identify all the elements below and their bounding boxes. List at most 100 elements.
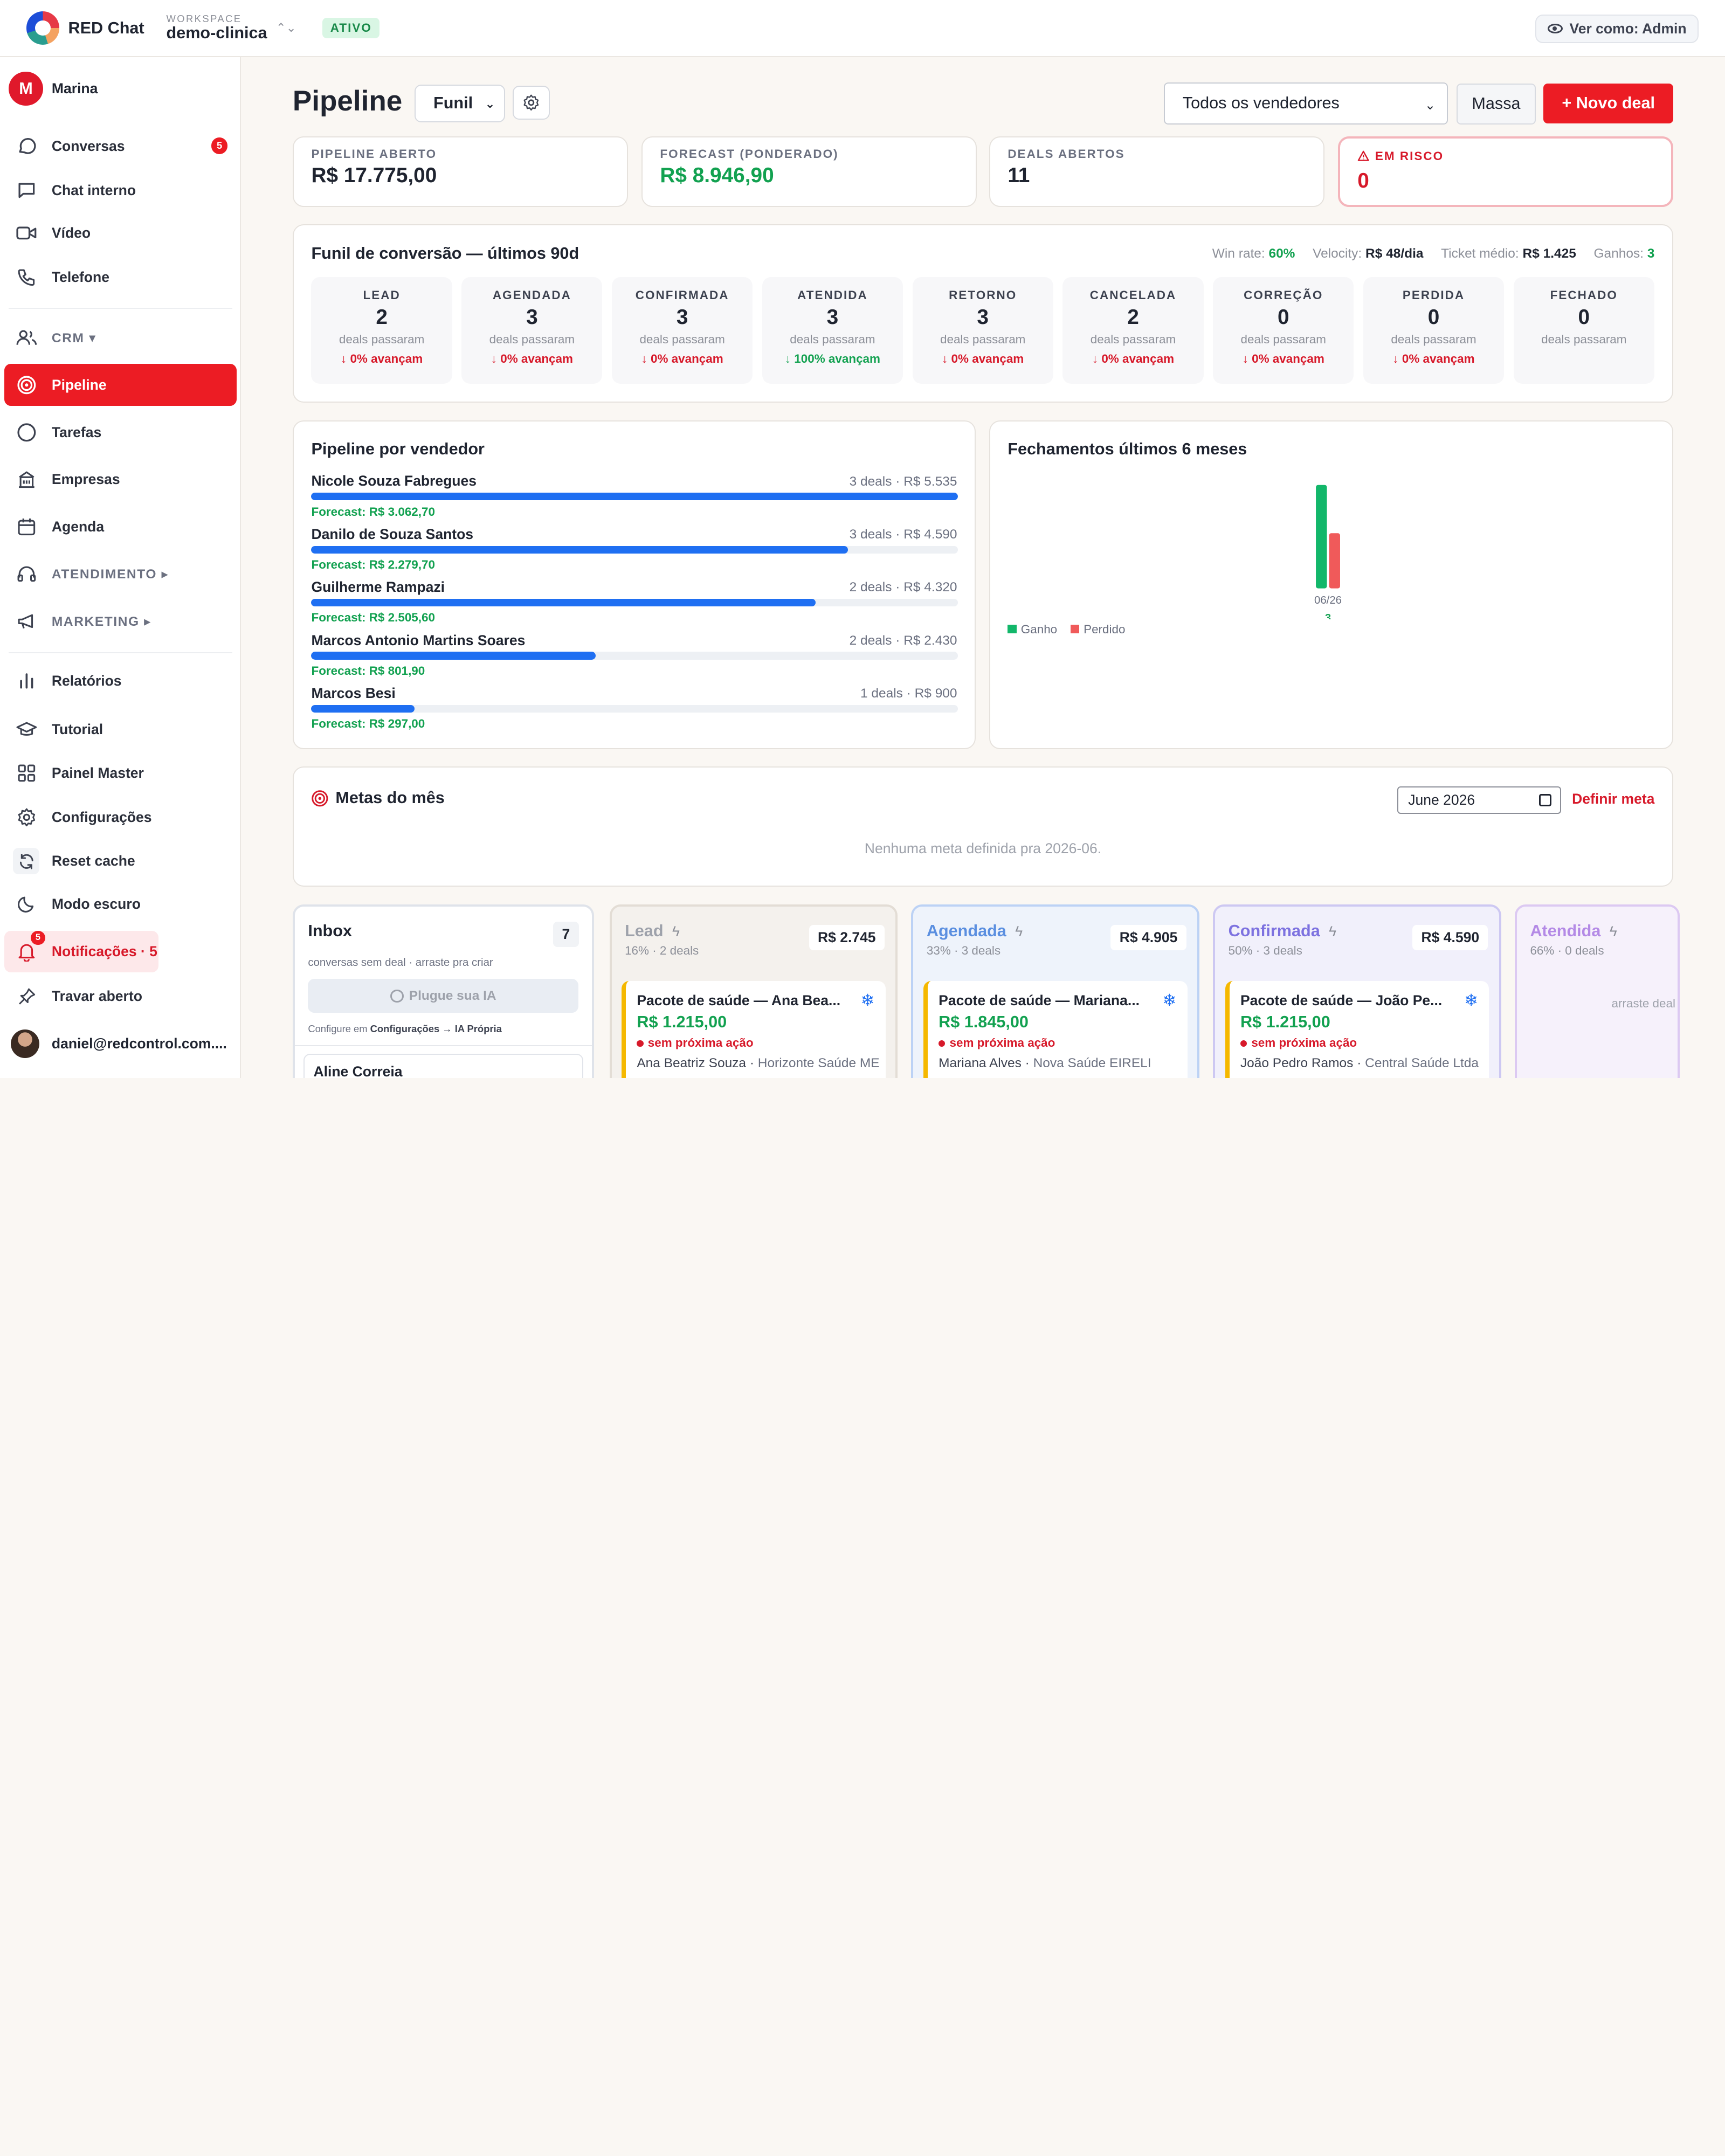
define-goal-link[interactable]: Definir meta: [1572, 791, 1654, 807]
automation-bolt-icon[interactable]: ϟ: [1610, 923, 1617, 940]
pipeline-settings-button[interactable]: [513, 86, 550, 120]
stage-sub: deals passaram: [1090, 332, 1176, 346]
stage-name: CORREÇÃO: [1244, 288, 1323, 302]
deal-title: Pacote de saúde — Ana Bea...: [637, 992, 841, 1008]
deal-contact: João Pedro Ramos · Central Saúde Ltda: [1240, 1056, 1479, 1071]
seller-name: Guilherme Rampazi: [311, 579, 445, 596]
sidebar-item-travar-aberto[interactable]: Travar aberto: [4, 976, 237, 1018]
stage-count: 2: [376, 305, 388, 329]
sidebar-item-conversas[interactable]: Conversas 5: [4, 126, 237, 168]
sidebar-item-pipeline[interactable]: Pipeline: [4, 364, 237, 406]
deal-value: R$ 1.215,00: [1240, 1013, 1330, 1032]
sidebar-item-configuracoes[interactable]: Configurações: [4, 797, 237, 839]
sidebar-item-video[interactable]: Vídeo: [4, 212, 237, 254]
deal-card[interactable]: Pacote de saúde — Ana Bea... ❄ R$ 1.215,00…: [621, 981, 886, 1078]
gear-icon: [523, 94, 539, 111]
category-total-label: 3: [1325, 612, 1331, 619]
seller-select[interactable]: Todos os vendedores ⌄: [1164, 82, 1448, 125]
funnel-title: Funil de conversão — últimos 90d: [311, 244, 579, 262]
kpi-card-pipeline-aberto: PIPELINE ABERTO R$ 17.775,00: [292, 136, 629, 207]
funnel-stage-lead: LEAD 2 deals passaram ↓ 0% avançam: [311, 277, 452, 384]
funnel-stage-cancelada: CANCELADA 2 deals passaram ↓ 0% avançam: [1062, 277, 1204, 384]
account-menu[interactable]: daniel@redcontrol.com....: [11, 1029, 227, 1059]
bar-chart-icon: [16, 670, 38, 692]
calendar-icon: [16, 516, 38, 538]
sidebar-item-agenda[interactable]: Agenda: [4, 506, 237, 548]
sidebar-item-modo-escuro[interactable]: Modo escuro: [4, 883, 237, 925]
stage-count: 0: [1578, 305, 1590, 329]
sidebar-item-tarefas[interactable]: Tarefas: [4, 411, 237, 453]
sidebar-item-telefone[interactable]: Telefone: [4, 256, 237, 298]
deal-no-next-action: sem próxima ação: [939, 1036, 1055, 1050]
inbox-divider: [294, 1045, 592, 1046]
sidebar-user[interactable]: M Marina: [0, 57, 240, 120]
seller-name: Marcos Besi: [311, 685, 396, 701]
deal-card[interactable]: Pacote de saúde — João Pe... ❄ R$ 1.215,00…: [1225, 981, 1489, 1078]
sidebar-item-label: Reset cache: [51, 853, 135, 869]
month-picker[interactable]: June 2026: [1397, 786, 1561, 814]
chevron-updown-icon[interactable]: ⌃⌄: [276, 21, 296, 35]
sidebar-item-label: Agenda: [51, 519, 105, 535]
velocity-stat: Velocity: R$ 48/dia: [1313, 246, 1423, 261]
app-title: RED Chat: [68, 18, 144, 37]
sidebar-item-chat-interno[interactable]: Chat interno: [4, 169, 237, 211]
seller-forecast: Forecast: R$ 801,90: [311, 664, 425, 678]
unread-count-badge: 5: [211, 137, 228, 154]
building-icon: [16, 468, 38, 490]
stage-count: 3: [526, 305, 538, 329]
column-total: R$ 2.745: [809, 925, 885, 951]
stat-value: R$ 48/dia: [1365, 246, 1424, 261]
automation-bolt-icon[interactable]: ϟ: [1329, 923, 1336, 940]
sidebar-item-tutorial[interactable]: Tutorial: [4, 708, 237, 750]
stage-count: 0: [1277, 305, 1289, 329]
workspace-switcher[interactable]: WORKSPACE demo-clinica: [166, 13, 267, 43]
contact-name: Ana Beatriz Souza: [637, 1056, 747, 1071]
deal-value: R$ 1.845,00: [939, 1013, 1029, 1032]
sidebar-item-notificacoes[interactable]: 5 Notificações · 5: [4, 930, 158, 973]
ai-config-note: Configure em Configurações → IA Própria: [308, 1023, 501, 1035]
ticket-stat: Ticket médio: R$ 1.425: [1441, 246, 1576, 261]
automation-bolt-icon[interactable]: ϟ: [672, 923, 680, 940]
bar-ganho: [1315, 485, 1327, 589]
snowflake-icon: ❄: [1464, 991, 1478, 1010]
column-summary: 50% · 3 deals: [1228, 943, 1302, 957]
sidebar-item-label: Configurações: [51, 808, 152, 825]
seller-progress-fill: [311, 704, 415, 713]
seller-progress-bar: [311, 545, 958, 554]
view-select[interactable]: Funil ⌄: [415, 85, 505, 122]
circle-icon: [16, 421, 38, 444]
sidebar-item-empresas[interactable]: Empresas: [4, 459, 237, 501]
stage-name: PERDIDA: [1402, 288, 1465, 302]
new-deal-button[interactable]: + Novo deal: [1543, 84, 1674, 123]
config-link[interactable]: Configurações → IA Própria: [370, 1023, 502, 1034]
stage-sub: deals passaram: [639, 332, 725, 346]
chat-bubble-icon: [16, 135, 38, 157]
inbox-count: 7: [553, 922, 579, 948]
view-as-button[interactable]: Ver como: Admin: [1535, 14, 1699, 43]
automation-bolt-icon[interactable]: ϟ: [1015, 923, 1023, 940]
chevron-down-icon: ⌄: [1424, 98, 1436, 113]
sidebar-item-marketing[interactable]: MARKETING ▸: [4, 600, 237, 642]
seller-deals: 3 deals · R$ 4.590: [849, 527, 957, 542]
bulk-action-button[interactable]: Massa: [1457, 84, 1536, 125]
sidebar-item-atendimento[interactable]: ATENDIMENTO ▸: [4, 554, 237, 596]
column-summary: 16% · 2 deals: [625, 943, 699, 957]
seller-forecast: Forecast: R$ 2.505,60: [311, 611, 435, 625]
funnel-stage-atendida: ATENDIDA 3 deals passaram ↓ 100% avançam: [762, 277, 903, 384]
stat-label: Ganhos:: [1593, 246, 1644, 261]
user-name: Marina: [51, 80, 98, 96]
sidebar-item-relatorios[interactable]: Relatórios: [4, 660, 237, 702]
sidebar-item-painel-master[interactable]: Painel Master: [4, 752, 237, 794]
stage-name: ATENDIDA: [797, 288, 868, 302]
sidebar-item-crm[interactable]: CRM ▾: [4, 317, 237, 359]
stage-advance-rate: ↓ 0% avançam: [491, 352, 573, 366]
plug-ai-button[interactable]: Plugue sua IA: [308, 979, 579, 1013]
column-name: Confirmada: [1228, 922, 1320, 941]
sidebar-item-reset-cache[interactable]: Reset cache: [4, 840, 237, 882]
inbox-conversation-item[interactable]: Aline Correia: [303, 1053, 583, 1078]
sidebar-divider: [9, 652, 232, 654]
warning-text: sem próxima ação: [1251, 1036, 1357, 1050]
deal-card[interactable]: Pacote de saúde — Mariana... ❄ R$ 1.845,00…: [923, 981, 1188, 1078]
sidebar-item-label: Conversas: [51, 137, 125, 154]
column-total: R$ 4.590: [1412, 925, 1488, 951]
